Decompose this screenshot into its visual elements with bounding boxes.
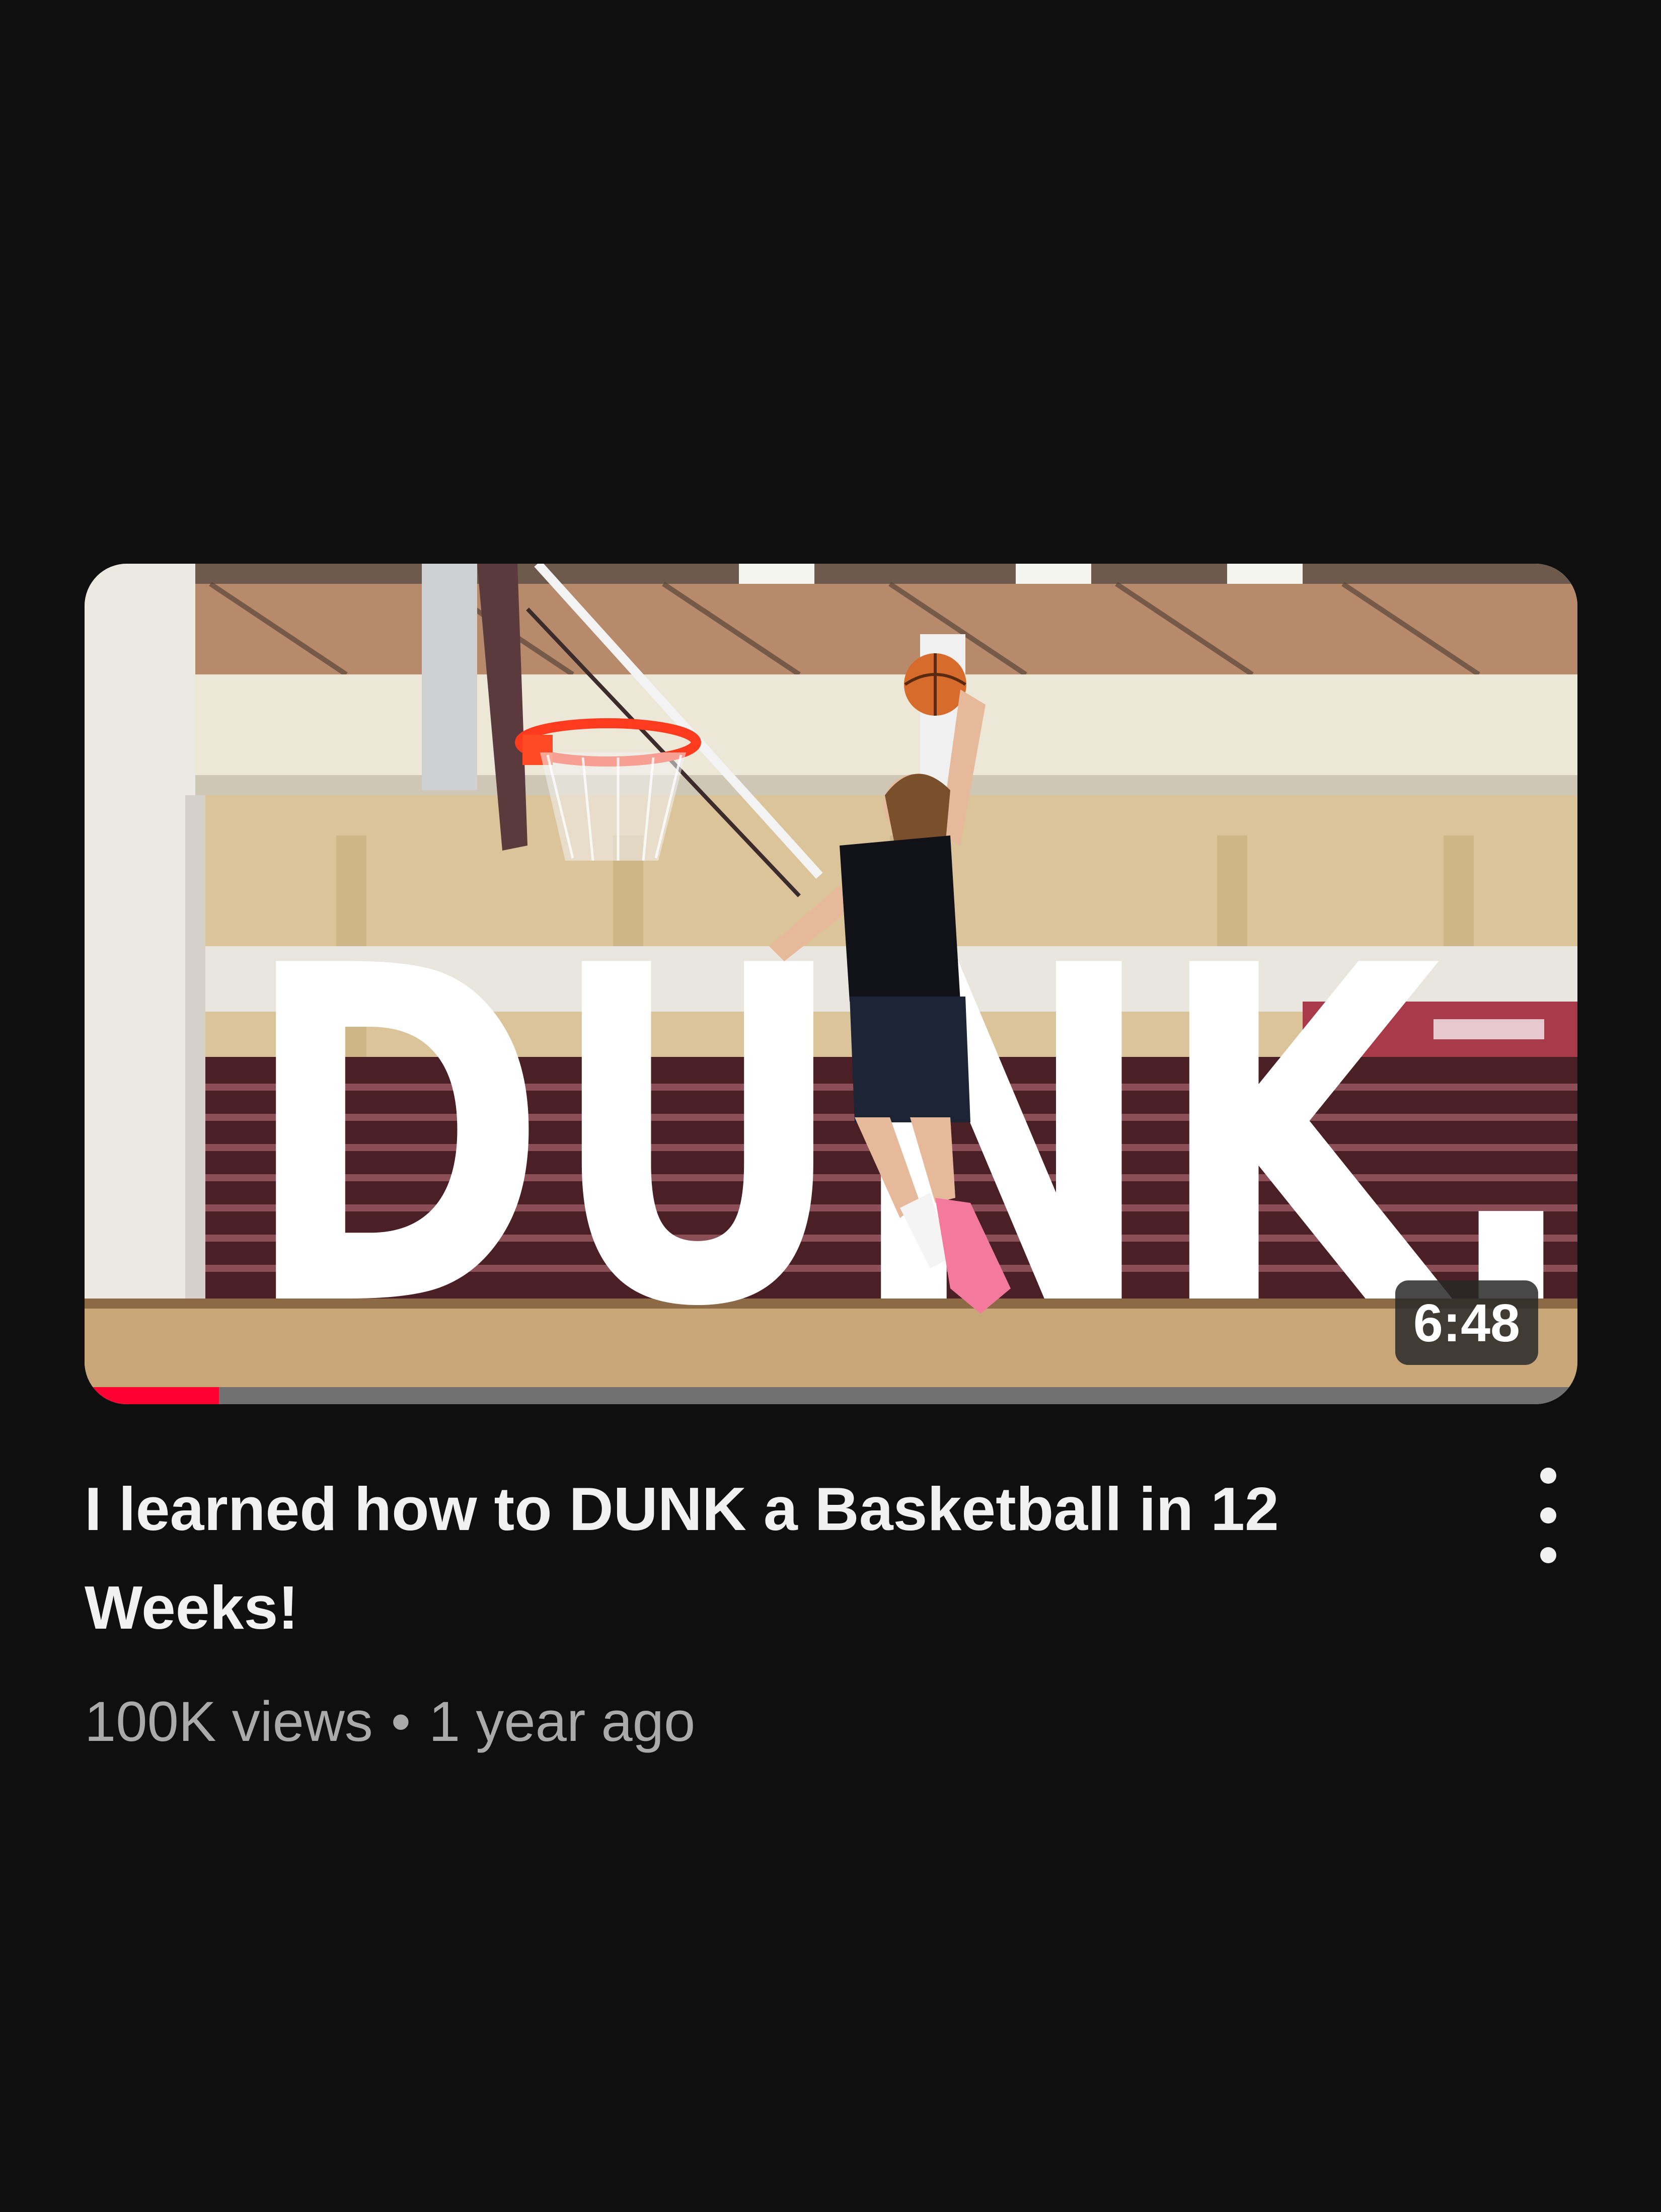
view-count: 100K views <box>85 1690 373 1753</box>
watch-progress-bar <box>85 1387 1577 1404</box>
duration-badge: 6:48 <box>1395 1280 1538 1365</box>
thumbnail-image: DUNK. <box>85 564 1577 1404</box>
video-title[interactable]: I learned how to DUNK a Basketball in 12… <box>85 1460 1418 1657</box>
more-vert-icon[interactable] <box>1522 1468 1577 1563</box>
metadata-separator: • <box>391 1690 411 1753</box>
upload-age: 1 year ago <box>428 1690 696 1753</box>
watch-progress-fill <box>85 1387 219 1404</box>
video-metadata: 100K views • 1 year ago <box>85 1688 1577 1756</box>
video-card[interactable]: DUNK. 6:48 I learned how to DUNK a Baske… <box>85 564 1577 1756</box>
video-thumbnail[interactable]: DUNK. 6:48 <box>85 564 1577 1404</box>
video-details: I learned how to DUNK a Basketball in 12… <box>85 1460 1577 1756</box>
